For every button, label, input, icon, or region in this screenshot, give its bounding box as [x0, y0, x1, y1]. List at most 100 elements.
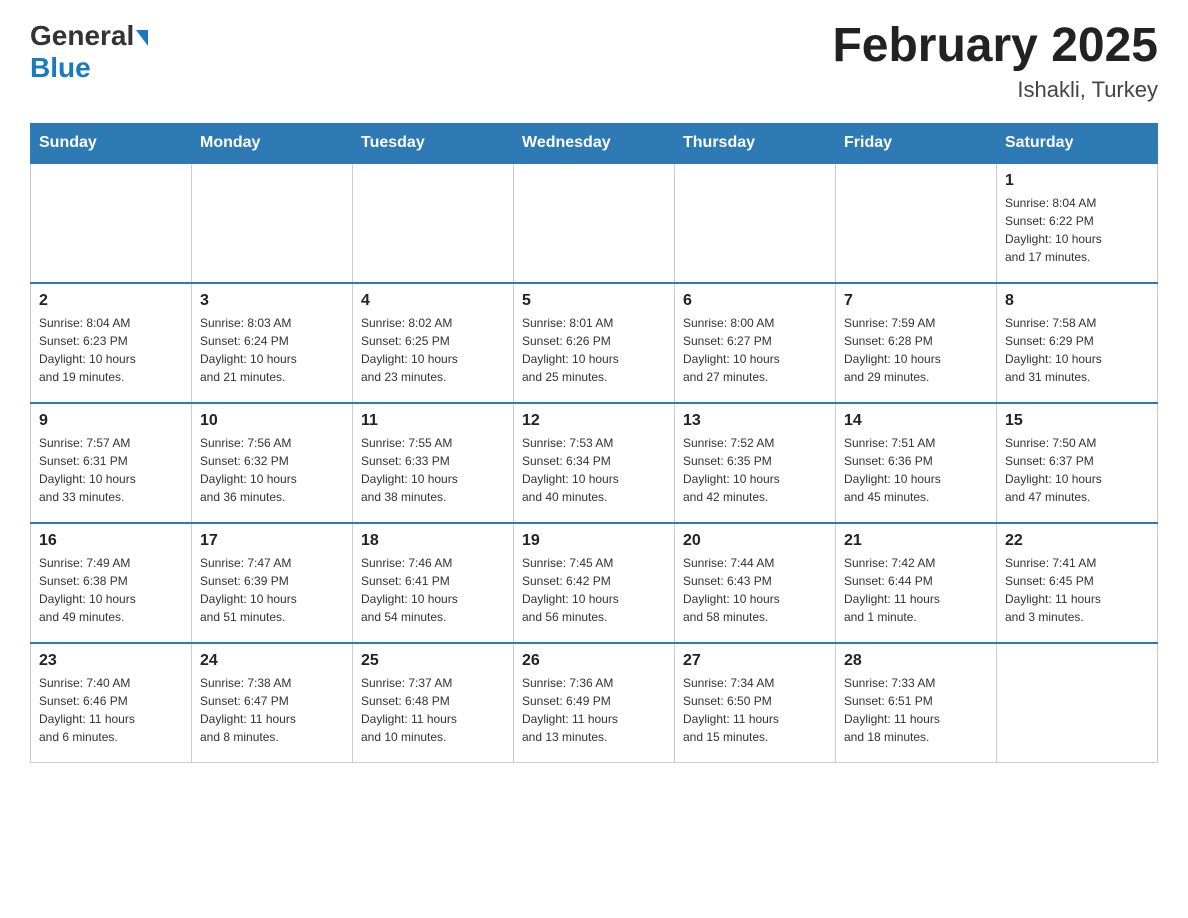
day-number: 28 [844, 652, 988, 670]
day-info: Sunrise: 7:52 AM Sunset: 6:35 PM Dayligh… [683, 434, 827, 506]
day-number: 8 [1005, 292, 1149, 310]
calendar-week-4: 16Sunrise: 7:49 AM Sunset: 6:38 PM Dayli… [31, 523, 1158, 643]
month-title: February 2025 [832, 20, 1158, 73]
weekday-header-wednesday: Wednesday [514, 123, 675, 163]
calendar-cell: 17 Sunrise: 7:47 AM Sunset: 6:39 PM Dayli… [192, 523, 353, 643]
title-block: February 2025 Ishakli, Turkey [832, 20, 1158, 103]
calendar-cell [192, 163, 353, 283]
day-number: 11 [361, 412, 505, 430]
day-info: Sunrise: 7:56 AM Sunset: 6:32 PM Dayligh… [200, 434, 344, 506]
day-number: 22 [1005, 532, 1149, 550]
calendar-week-1: 1 Sunrise: 8:04 AM Sunset: 6:22 PM Daylig… [31, 163, 1158, 283]
day-info: Sunrise: 7:57 AM Sunset: 6:31 PM Dayligh… [39, 434, 183, 506]
day-number: 24 [200, 652, 344, 670]
day-info: Sunrise: 8:04 AM Sunset: 6:22 PM Dayligh… [1005, 194, 1149, 266]
day-number: 27 [683, 652, 827, 670]
day-number: 14 [844, 412, 988, 430]
calendar-week-3: 9 Sunrise: 7:57 AM Sunset: 6:31 PM Daylig… [31, 403, 1158, 523]
calendar-cell: 12 Sunrise: 7:53 AM Sunset: 6:34 PM Dayli… [514, 403, 675, 523]
day-info: Sunrise: 8:02 AM Sunset: 6:25 PM Dayligh… [361, 314, 505, 386]
calendar-cell [836, 163, 997, 283]
weekday-header-saturday: Saturday [997, 123, 1158, 163]
calendar-cell [997, 643, 1158, 763]
calendar-header: SundayMondayTuesdayWednesdayThursdayFrid… [31, 123, 1158, 163]
calendar-cell [353, 163, 514, 283]
calendar-week-5: 23 Sunrise: 7:40 AM Sunset: 6:46 PM Dayli… [31, 643, 1158, 763]
day-number: 18 [361, 532, 505, 550]
calendar-cell: 18 Sunrise: 7:46 AM Sunset: 6:41 PM Dayli… [353, 523, 514, 643]
calendar-cell: 3Sunrise: 8:03 AM Sunset: 6:24 PM Daylig… [192, 283, 353, 403]
calendar-cell: 23 Sunrise: 7:40 AM Sunset: 6:46 PM Dayli… [31, 643, 192, 763]
calendar-cell: 27 Sunrise: 7:34 AM Sunset: 6:50 PM Dayli… [675, 643, 836, 763]
calendar-cell: 2 Sunrise: 8:04 AM Sunset: 6:23 PM Daylig… [31, 283, 192, 403]
day-number: 23 [39, 652, 183, 670]
calendar-cell [514, 163, 675, 283]
weekday-header-thursday: Thursday [675, 123, 836, 163]
calendar-cell [675, 163, 836, 283]
day-number: 1 [1005, 172, 1149, 190]
day-info: Sunrise: 8:00 AM Sunset: 6:27 PM Dayligh… [683, 314, 827, 386]
day-number: 4 [361, 292, 505, 310]
day-info: Sunrise: 7:42 AM Sunset: 6:44 PM Dayligh… [844, 554, 988, 626]
calendar-cell: 4 Sunrise: 8:02 AM Sunset: 6:25 PM Daylig… [353, 283, 514, 403]
logo: General Blue [30, 20, 148, 84]
calendar-table: SundayMondayTuesdayWednesdayThursdayFrid… [30, 123, 1158, 764]
day-info: Sunrise: 7:44 AM Sunset: 6:43 PM Dayligh… [683, 554, 827, 626]
day-info: Sunrise: 7:41 AM Sunset: 6:45 PM Dayligh… [1005, 554, 1149, 626]
day-number: 10 [200, 412, 344, 430]
calendar-cell: 8 Sunrise: 7:58 AM Sunset: 6:29 PM Daylig… [997, 283, 1158, 403]
day-info: Sunrise: 7:46 AM Sunset: 6:41 PM Dayligh… [361, 554, 505, 626]
day-number: 2 [39, 292, 183, 310]
calendar-cell: 19 Sunrise: 7:45 AM Sunset: 6:42 PM Dayli… [514, 523, 675, 643]
day-number: 16 [39, 532, 183, 550]
day-number: 25 [361, 652, 505, 670]
calendar-cell: 22 Sunrise: 7:41 AM Sunset: 6:45 PM Dayli… [997, 523, 1158, 643]
day-number: 26 [522, 652, 666, 670]
day-info: Sunrise: 7:36 AM Sunset: 6:49 PM Dayligh… [522, 674, 666, 746]
weekday-header-tuesday: Tuesday [353, 123, 514, 163]
calendar-cell: 28 Sunrise: 7:33 AM Sunset: 6:51 PM Dayli… [836, 643, 997, 763]
day-info: Sunrise: 8:03 AM Sunset: 6:24 PM Dayligh… [200, 314, 344, 386]
calendar-cell: 20Sunrise: 7:44 AM Sunset: 6:43 PM Dayli… [675, 523, 836, 643]
day-info: Sunrise: 7:47 AM Sunset: 6:39 PM Dayligh… [200, 554, 344, 626]
calendar-cell: 7 Sunrise: 7:59 AM Sunset: 6:28 PM Daylig… [836, 283, 997, 403]
calendar-cell: 6 Sunrise: 8:00 AM Sunset: 6:27 PM Daylig… [675, 283, 836, 403]
day-info: Sunrise: 7:53 AM Sunset: 6:34 PM Dayligh… [522, 434, 666, 506]
weekday-header-friday: Friday [836, 123, 997, 163]
day-number: 7 [844, 292, 988, 310]
day-info: Sunrise: 7:55 AM Sunset: 6:33 PM Dayligh… [361, 434, 505, 506]
calendar-cell: 15 Sunrise: 7:50 AM Sunset: 6:37 PM Dayli… [997, 403, 1158, 523]
day-info: Sunrise: 8:01 AM Sunset: 6:26 PM Dayligh… [522, 314, 666, 386]
day-info: Sunrise: 8:04 AM Sunset: 6:23 PM Dayligh… [39, 314, 183, 386]
day-info: Sunrise: 7:59 AM Sunset: 6:28 PM Dayligh… [844, 314, 988, 386]
calendar-cell: 26 Sunrise: 7:36 AM Sunset: 6:49 PM Dayli… [514, 643, 675, 763]
day-info: Sunrise: 7:33 AM Sunset: 6:51 PM Dayligh… [844, 674, 988, 746]
day-info: Sunrise: 7:34 AM Sunset: 6:50 PM Dayligh… [683, 674, 827, 746]
weekday-header-sunday: Sunday [31, 123, 192, 163]
calendar-cell: 25Sunrise: 7:37 AM Sunset: 6:48 PM Dayli… [353, 643, 514, 763]
day-number: 17 [200, 532, 344, 550]
calendar-cell: 11 Sunrise: 7:55 AM Sunset: 6:33 PM Dayli… [353, 403, 514, 523]
day-info: Sunrise: 7:45 AM Sunset: 6:42 PM Dayligh… [522, 554, 666, 626]
day-number: 9 [39, 412, 183, 430]
logo-general-text: General [30, 20, 134, 52]
logo-blue-text: Blue [30, 52, 91, 83]
calendar-cell: 16Sunrise: 7:49 AM Sunset: 6:38 PM Dayli… [31, 523, 192, 643]
day-number: 19 [522, 532, 666, 550]
day-info: Sunrise: 7:58 AM Sunset: 6:29 PM Dayligh… [1005, 314, 1149, 386]
day-info: Sunrise: 7:38 AM Sunset: 6:47 PM Dayligh… [200, 674, 344, 746]
calendar-week-2: 2 Sunrise: 8:04 AM Sunset: 6:23 PM Daylig… [31, 283, 1158, 403]
day-info: Sunrise: 7:40 AM Sunset: 6:46 PM Dayligh… [39, 674, 183, 746]
day-number: 15 [1005, 412, 1149, 430]
calendar-cell: 10 Sunrise: 7:56 AM Sunset: 6:32 PM Dayli… [192, 403, 353, 523]
page-header: General Blue February 2025 Ishakli, Turk… [30, 20, 1158, 103]
day-number: 6 [683, 292, 827, 310]
location-text: Ishakli, Turkey [832, 77, 1158, 103]
day-number: 12 [522, 412, 666, 430]
calendar-cell [31, 163, 192, 283]
calendar-cell: 1 Sunrise: 8:04 AM Sunset: 6:22 PM Daylig… [997, 163, 1158, 283]
weekday-header-monday: Monday [192, 123, 353, 163]
logo-arrow-icon [136, 30, 148, 46]
calendar-cell: 9 Sunrise: 7:57 AM Sunset: 6:31 PM Daylig… [31, 403, 192, 523]
day-info: Sunrise: 7:50 AM Sunset: 6:37 PM Dayligh… [1005, 434, 1149, 506]
